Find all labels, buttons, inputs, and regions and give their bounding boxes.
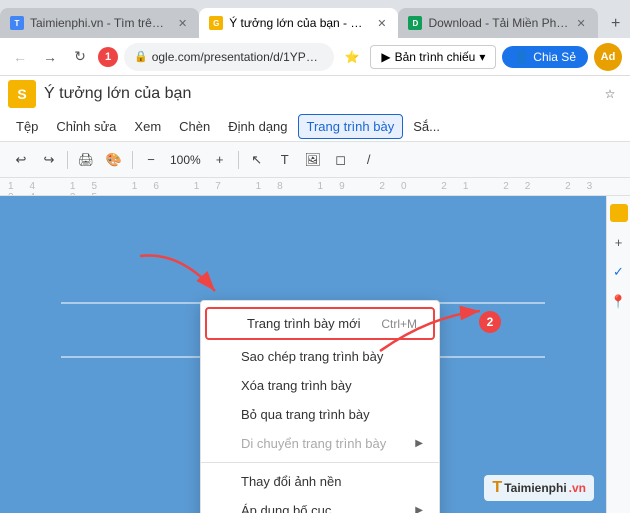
change-bg-label: Thay đổi ảnh nền	[241, 474, 423, 489]
slide-panel[interactable]: TAI.VN Free game + ứng dụng Thủ thuật má…	[0, 196, 606, 513]
text-tool[interactable]: T	[272, 147, 298, 173]
sidebar-icon-1[interactable]	[610, 204, 628, 222]
shape-tool[interactable]: ◻	[328, 147, 354, 173]
slides-app-icon: S	[8, 80, 36, 108]
skip-slide-label: Bỏ qua trang trình bày	[241, 407, 423, 422]
slide-logo: T Taimienphi .vn	[484, 475, 594, 501]
toolbar-divider-3	[238, 151, 239, 169]
menu-divider-1	[201, 462, 439, 463]
move-slide-arrow: ▶	[415, 438, 423, 449]
paint-button[interactable]: 🎨	[101, 147, 127, 173]
delete-slide-label: Xóa trang trình bày	[241, 378, 423, 393]
presentation-label: Bản trình chiếu	[395, 50, 476, 64]
presentation-button[interactable]: ▶ Bản trình chiếu ▾	[370, 45, 496, 69]
url-bar[interactable]: 🔒 ogle.com/presentation/d/1YPQTm_LJGxzWA…	[124, 43, 334, 71]
tab3-label: Download - Tải Miền Phí VN - ...	[428, 16, 568, 30]
add-tab-button[interactable]: +	[602, 10, 630, 38]
star-icon[interactable]: ☆	[598, 82, 622, 106]
forward-button[interactable]: →	[38, 45, 62, 69]
menu-move-slide: Di chuyển trang trình bày ▶	[201, 429, 439, 458]
menu-file[interactable]: Tệp	[8, 115, 46, 138]
print-button[interactable]: 🖨	[73, 147, 99, 173]
slides-menubar: Tệp Chỉnh sửa Xem Chèn Định dạng Trang t…	[0, 112, 630, 142]
slides-app: S Ý tưởng lớn của bạn ☆ Tệp Chỉnh sửa Xe…	[0, 76, 630, 513]
slides-toolbar: ↩ ↪ 🖨 🎨 − 100% + ↖ T 🖼 ◻ /	[0, 142, 630, 178]
menu-apply-layout[interactable]: Áp dụng bố cục ▶	[201, 496, 439, 513]
tab2-favicon: G	[209, 16, 223, 30]
address-bar: ← → ↻ 1 🔒 ogle.com/presentation/d/1YPQTm…	[0, 38, 630, 76]
url-text: ogle.com/presentation/d/1YPQTm_LJGxzWAuy…	[152, 50, 325, 64]
menu-format[interactable]: Định dạng	[220, 115, 295, 138]
line-tool[interactable]: /	[356, 147, 382, 173]
browser-frame: T Taimienphi.vn - Tìm trên Google ... ✕ …	[0, 0, 630, 513]
tab-bar: T Taimienphi.vn - Tìm trên Google ... ✕ …	[0, 0, 630, 38]
apply-layout-arrow: ▶	[415, 505, 423, 513]
new-slide-label: Trang trình bày mới	[247, 316, 365, 331]
share-button[interactable]: 👤 Chia Sẻ	[502, 46, 588, 68]
ruler: 1 2 3 4 5 6 7 8 9 10 11 12 13 14 15 16 1…	[0, 178, 630, 196]
menu-skip-slide[interactable]: Bỏ qua trang trình bày	[201, 400, 439, 429]
tab3-close[interactable]: ✕	[574, 15, 587, 32]
menu-view[interactable]: Xem	[126, 115, 169, 138]
slides-title[interactable]: Ý tưởng lớn của bạn	[44, 85, 590, 103]
redo-button[interactable]: ↪	[36, 147, 62, 173]
zoom-level[interactable]: 100%	[166, 153, 205, 167]
annotation-circle-2: 2	[479, 311, 501, 333]
move-slide-label: Di chuyển trang trình bày	[241, 436, 407, 451]
menu-edit[interactable]: Chỉnh sửa	[48, 115, 124, 138]
right-sidebar: + ✓ 📍	[606, 196, 630, 513]
tab1-favicon: T	[10, 16, 24, 30]
tab1-label: Taimienphi.vn - Tìm trên Google ...	[30, 16, 170, 30]
share-label: Chia Sẻ	[533, 50, 576, 64]
logo-letter-t: T	[492, 479, 502, 497]
zoom-out-button[interactable]: −	[138, 147, 164, 173]
back-button[interactable]: ←	[8, 45, 32, 69]
ruler-marks: 1 2 3 4 5 6 7 8 9 10 11 12 13 14 15 16 1…	[8, 178, 630, 196]
slides-title-row: S Ý tưởng lớn của bạn ☆	[0, 76, 630, 112]
red-arrow-2	[370, 296, 490, 366]
tab3-favicon: D	[408, 16, 422, 30]
menu-change-bg[interactable]: Thay đổi ảnh nền	[201, 467, 439, 496]
apply-layout-label: Áp dụng bố cục	[241, 503, 407, 513]
annotation-circle-1: 1	[98, 47, 118, 67]
menu-delete-slide[interactable]: Xóa trang trình bày	[201, 371, 439, 400]
toolbar-divider-2	[132, 151, 133, 169]
logo-suffix: .vn	[569, 481, 586, 495]
tab2-label: Ý tưởng lớn của bạn - Google ...	[229, 16, 369, 30]
presentation-dropdown-icon: ▾	[479, 50, 485, 64]
menu-tools[interactable]: Sắ...	[405, 115, 448, 138]
undo-button[interactable]: ↩	[8, 147, 34, 173]
red-arrow-1	[130, 246, 230, 301]
logo-text: Taimienphi	[504, 481, 566, 495]
zoom-in-button[interactable]: +	[207, 147, 233, 173]
avatar[interactable]: Ad	[594, 43, 622, 71]
reload-button[interactable]: ↻	[68, 45, 92, 69]
sidebar-icon-3[interactable]: ✓	[609, 262, 629, 282]
tab2-close[interactable]: ✕	[375, 15, 388, 32]
share-icon: 👤	[514, 50, 529, 64]
menu-slides[interactable]: Trang trình bày	[298, 114, 404, 139]
tab-3[interactable]: D Download - Tải Miền Phí VN - ... ✕	[398, 8, 597, 38]
lock-icon: 🔒	[134, 50, 148, 63]
tab-2[interactable]: G Ý tưởng lớn của bạn - Google ... ✕	[199, 8, 398, 38]
main-area: TAI.VN Free game + ứng dụng Thủ thuật má…	[0, 196, 630, 513]
image-tool[interactable]: 🖼	[300, 147, 326, 173]
tab1-close[interactable]: ✕	[176, 15, 189, 32]
toolbar-divider-1	[67, 151, 68, 169]
menu-insert[interactable]: Chèn	[171, 115, 218, 138]
bookmark-icon[interactable]: ⭐	[340, 45, 364, 69]
header-right: ⭐ ▶ Bản trình chiếu ▾ 👤 Chia Sẻ Ad	[340, 43, 622, 71]
tab-1[interactable]: T Taimienphi.vn - Tìm trên Google ... ✕	[0, 8, 199, 38]
presentation-icon: ▶	[381, 50, 390, 64]
sidebar-icon-2[interactable]: +	[609, 232, 629, 252]
cursor-tool[interactable]: ↖	[244, 147, 270, 173]
sidebar-icon-4[interactable]: 📍	[609, 292, 629, 312]
